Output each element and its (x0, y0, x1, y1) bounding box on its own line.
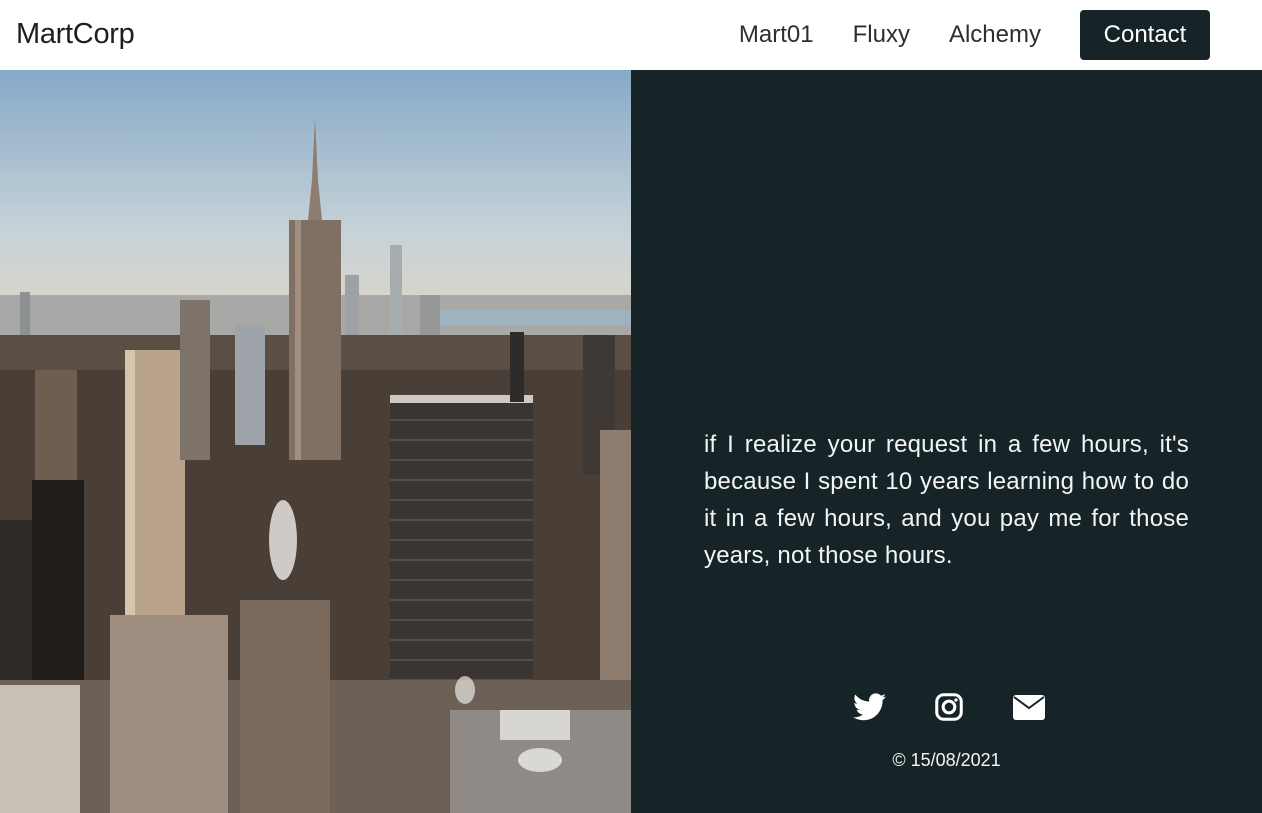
nav-links: Mart01 Fluxy Alchemy Contact (739, 10, 1210, 60)
nav-link-fluxy[interactable]: Fluxy (853, 21, 910, 49)
nav-link-mart01[interactable]: Mart01 (739, 21, 814, 49)
quote-text: if I realize your request in a few hours… (704, 431, 1189, 569)
social-links (849, 687, 1049, 727)
brand-logo[interactable]: MartCorp (16, 18, 135, 51)
city-skyline-illustration (0, 70, 631, 813)
hero-city-image (0, 70, 631, 813)
quote-panel: if I realize your request in a few hours… (631, 70, 1262, 813)
contact-button[interactable]: Contact (1080, 10, 1210, 60)
instagram-icon[interactable] (929, 687, 969, 727)
top-navbar: MartCorp Mart01 Fluxy Alchemy Contact (0, 0, 1262, 70)
mail-icon[interactable] (1009, 687, 1049, 727)
twitter-icon[interactable] (849, 687, 889, 727)
copyright-date: © 15/08/2021 (892, 750, 1001, 770)
nav-link-alchemy[interactable]: Alchemy (949, 21, 1041, 49)
